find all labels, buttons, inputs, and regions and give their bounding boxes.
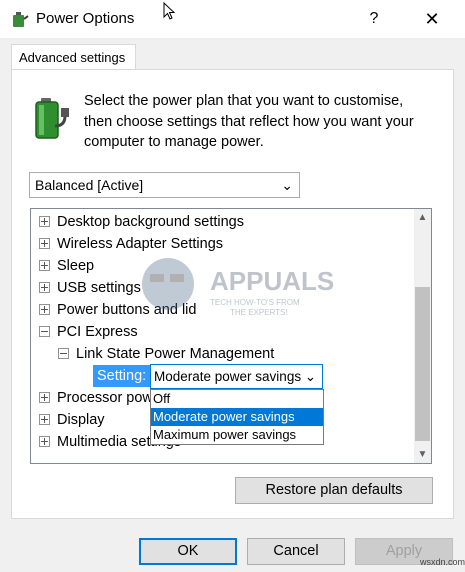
- help-button[interactable]: ?: [356, 6, 392, 32]
- expand-icon[interactable]: [39, 303, 50, 315]
- expand-icon[interactable]: [39, 413, 50, 425]
- power-plan-value: Balanced [Active]: [35, 177, 144, 193]
- tree-item-sleep[interactable]: Sleep: [39, 255, 94, 277]
- chevron-down-icon: ⌄: [281, 177, 293, 193]
- corner-watermark: wsxdn.com: [420, 557, 465, 567]
- mouse-cursor-icon: [163, 2, 176, 20]
- collapse-icon[interactable]: [39, 325, 50, 337]
- option-off[interactable]: Off: [151, 390, 323, 408]
- scroll-down-arrow-icon[interactable]: ▼: [414, 446, 431, 463]
- option-maximum-power-savings[interactable]: Maximum power savings: [151, 426, 323, 444]
- scrollbar-thumb[interactable]: [415, 287, 430, 441]
- expand-icon[interactable]: [39, 237, 50, 249]
- expand-icon[interactable]: [39, 259, 50, 271]
- expand-icon[interactable]: [39, 435, 50, 447]
- option-moderate-power-savings[interactable]: Moderate power savings: [151, 408, 323, 426]
- cancel-button[interactable]: Cancel: [247, 538, 345, 565]
- battery-plug-icon: [35, 98, 69, 139]
- setting-dropdown[interactable]: Moderate power savings ⌄: [150, 364, 323, 389]
- chevron-down-icon: ⌄: [304, 369, 316, 384]
- tree-item-display[interactable]: Display: [39, 409, 105, 431]
- ok-button[interactable]: OK: [139, 538, 237, 565]
- expand-icon[interactable]: [39, 215, 50, 227]
- setting-options-list: Off Moderate power savings Maximum power…: [150, 389, 324, 445]
- setting-value: Moderate power savings: [154, 369, 302, 384]
- setting-label: Setting:: [93, 365, 151, 387]
- title-bar: Power Options ? ✕: [0, 0, 465, 38]
- expand-icon[interactable]: [39, 391, 50, 403]
- window-title: Power Options: [36, 10, 135, 27]
- power-options-icon: [13, 12, 29, 27]
- restore-plan-defaults-button[interactable]: Restore plan defaults: [235, 477, 433, 504]
- tab-advanced-settings[interactable]: Advanced settings: [11, 44, 136, 70]
- tree-item-desktop-background[interactable]: Desktop background settings: [39, 211, 244, 233]
- tree-item-pci-express[interactable]: PCI Express: [39, 321, 138, 343]
- collapse-icon[interactable]: [58, 347, 69, 359]
- description-text: Select the power plan that you want to c…: [84, 93, 414, 150]
- tree-item-usb-settings[interactable]: USB settings: [39, 277, 141, 299]
- expand-icon[interactable]: [39, 281, 50, 293]
- settings-tree: Desktop background settings Wireless Ada…: [30, 208, 432, 464]
- tree-scrollbar[interactable]: ▲ ▼: [414, 209, 431, 463]
- power-plan-dropdown[interactable]: Balanced [Active] ⌄: [29, 172, 300, 198]
- tree-item-power-buttons[interactable]: Power buttons and lid: [39, 299, 196, 321]
- tree-item-wireless-adapter[interactable]: Wireless Adapter Settings: [39, 233, 223, 255]
- scroll-up-arrow-icon[interactable]: ▲: [414, 209, 431, 226]
- tree-item-link-state[interactable]: Link State Power Management: [58, 343, 274, 365]
- close-button[interactable]: ✕: [412, 6, 452, 32]
